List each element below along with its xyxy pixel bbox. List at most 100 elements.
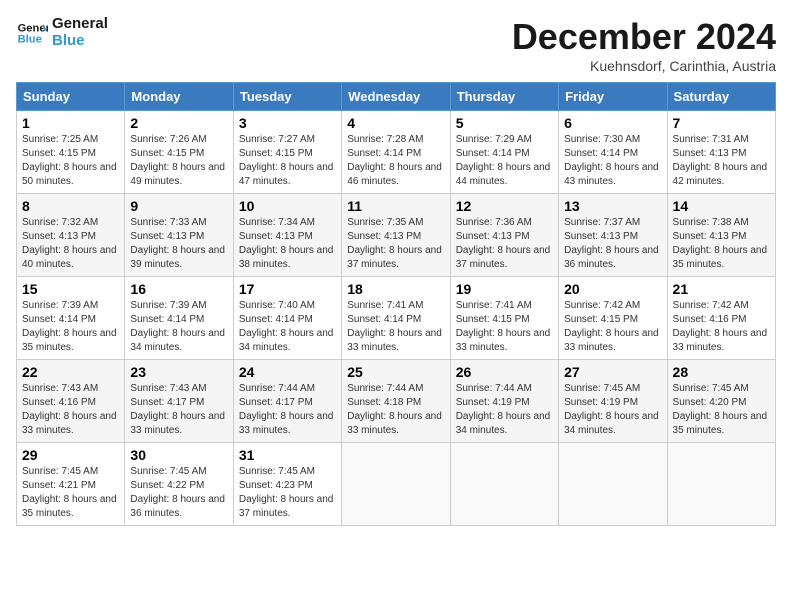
day-number: 20 xyxy=(564,281,661,297)
calendar-cell: 28Sunrise: 7:45 AMSunset: 4:20 PMDayligh… xyxy=(667,360,775,443)
calendar-cell: 16 Sunrise: 7:39 AMSunset: 4:14 PMDayligh… xyxy=(125,277,233,360)
calendar-cell: 1 Sunrise: 7:25 AMSunset: 4:15 PMDaylight… xyxy=(17,111,125,194)
header-day-tuesday: Tuesday xyxy=(233,83,341,111)
day-info: Sunrise: 7:45 AMSunset: 4:21 PMDaylight:… xyxy=(22,465,119,521)
day-info: Sunrise: 7:25 AMSunset: 4:15 PMDaylight:… xyxy=(22,133,119,189)
logo-icon: General Blue xyxy=(16,17,48,49)
calendar-cell: 12Sunrise: 7:36 AMSunset: 4:13 PMDayligh… xyxy=(450,194,558,277)
calendar-cell: 25 Sunrise: 7:44 AMSunset: 4:18 PMDayligh… xyxy=(342,360,450,443)
calendar-cell: 26Sunrise: 7:44 AMSunset: 4:19 PMDayligh… xyxy=(450,360,558,443)
day-info: Sunrise: 7:32 AMSunset: 4:13 PMDaylight:… xyxy=(22,216,119,272)
day-info: Sunrise: 7:39 AMSunset: 4:14 PMDaylight:… xyxy=(130,299,227,355)
header-day-wednesday: Wednesday xyxy=(342,83,450,111)
calendar-cell: 13Sunrise: 7:37 AMSunset: 4:13 PMDayligh… xyxy=(559,194,667,277)
day-info: Sunrise: 7:44 AMSunset: 4:17 PMDaylight:… xyxy=(239,382,336,438)
day-info: Sunrise: 7:34 AMSunset: 4:13 PMDaylight:… xyxy=(239,216,336,272)
day-number: 29 xyxy=(22,447,119,463)
logo-line1: General xyxy=(52,16,108,33)
calendar-cell: 29 Sunrise: 7:45 AMSunset: 4:21 PMDayligh… xyxy=(17,443,125,526)
day-info: Sunrise: 7:31 AMSunset: 4:13 PMDaylight:… xyxy=(673,133,770,189)
day-info: Sunrise: 7:45 AMSunset: 4:19 PMDaylight:… xyxy=(564,382,661,438)
calendar-week-row: 1 Sunrise: 7:25 AMSunset: 4:15 PMDaylight… xyxy=(17,111,776,194)
day-info: Sunrise: 7:28 AMSunset: 4:14 PMDaylight:… xyxy=(347,133,444,189)
day-number: 14 xyxy=(673,198,770,214)
day-info: Sunrise: 7:41 AMSunset: 4:14 PMDaylight:… xyxy=(347,299,444,355)
logo-line2: Blue xyxy=(52,33,108,50)
day-info: Sunrise: 7:36 AMSunset: 4:13 PMDaylight:… xyxy=(456,216,553,272)
day-number: 9 xyxy=(130,198,227,214)
calendar-cell xyxy=(559,443,667,526)
calendar-cell: 11 Sunrise: 7:35 AMSunset: 4:13 PMDayligh… xyxy=(342,194,450,277)
day-number: 7 xyxy=(673,115,770,131)
calendar-cell: 7 Sunrise: 7:31 AMSunset: 4:13 PMDaylight… xyxy=(667,111,775,194)
day-info: Sunrise: 7:42 AMSunset: 4:15 PMDaylight:… xyxy=(564,299,661,355)
day-info: Sunrise: 7:41 AMSunset: 4:15 PMDaylight:… xyxy=(456,299,553,355)
day-number: 15 xyxy=(22,281,119,297)
day-number: 27 xyxy=(564,364,661,380)
svg-text:Blue: Blue xyxy=(18,33,42,45)
calendar-week-row: 8Sunrise: 7:32 AMSunset: 4:13 PMDaylight… xyxy=(17,194,776,277)
day-number: 1 xyxy=(22,115,119,131)
calendar-cell: 31 Sunrise: 7:45 AMSunset: 4:23 PMDayligh… xyxy=(233,443,341,526)
logo: General Blue General Blue xyxy=(16,16,108,49)
day-number: 28 xyxy=(673,364,770,380)
calendar-week-row: 29 Sunrise: 7:45 AMSunset: 4:21 PMDayligh… xyxy=(17,443,776,526)
header-day-sunday: Sunday xyxy=(17,83,125,111)
calendar-cell xyxy=(667,443,775,526)
header-day-friday: Friday xyxy=(559,83,667,111)
calendar-cell: 8Sunrise: 7:32 AMSunset: 4:13 PMDaylight… xyxy=(17,194,125,277)
month-title: December 2024 xyxy=(512,16,776,58)
day-number: 16 xyxy=(130,281,227,297)
day-info: Sunrise: 7:43 AMSunset: 4:17 PMDaylight:… xyxy=(130,382,227,438)
day-number: 5 xyxy=(456,115,553,131)
day-number: 23 xyxy=(130,364,227,380)
calendar-cell: 2Sunrise: 7:26 AMSunset: 4:15 PMDaylight… xyxy=(125,111,233,194)
day-info: Sunrise: 7:35 AMSunset: 4:13 PMDaylight:… xyxy=(347,216,444,272)
day-number: 25 xyxy=(347,364,444,380)
calendar-cell: 17 Sunrise: 7:40 AMSunset: 4:14 PMDayligh… xyxy=(233,277,341,360)
day-info: Sunrise: 7:39 AMSunset: 4:14 PMDaylight:… xyxy=(22,299,119,355)
calendar-cell: 30 Sunrise: 7:45 AMSunset: 4:22 PMDayligh… xyxy=(125,443,233,526)
day-number: 31 xyxy=(239,447,336,463)
day-info: Sunrise: 7:38 AMSunset: 4:13 PMDaylight:… xyxy=(673,216,770,272)
page-header: General Blue General Blue December 2024 … xyxy=(16,16,776,74)
calendar-cell: 22Sunrise: 7:43 AMSunset: 4:16 PMDayligh… xyxy=(17,360,125,443)
day-number: 18 xyxy=(347,281,444,297)
day-info: Sunrise: 7:29 AMSunset: 4:14 PMDaylight:… xyxy=(456,133,553,189)
day-number: 4 xyxy=(347,115,444,131)
calendar-table: SundayMondayTuesdayWednesdayThursdayFrid… xyxy=(16,82,776,526)
calendar-cell: 27 Sunrise: 7:45 AMSunset: 4:19 PMDayligh… xyxy=(559,360,667,443)
day-info: Sunrise: 7:43 AMSunset: 4:16 PMDaylight:… xyxy=(22,382,119,438)
calendar-cell: 18 Sunrise: 7:41 AMSunset: 4:14 PMDayligh… xyxy=(342,277,450,360)
calendar-cell: 14 Sunrise: 7:38 AMSunset: 4:13 PMDayligh… xyxy=(667,194,775,277)
calendar-cell: 15 Sunrise: 7:39 AMSunset: 4:14 PMDayligh… xyxy=(17,277,125,360)
calendar-cell: 9 Sunrise: 7:33 AMSunset: 4:13 PMDaylight… xyxy=(125,194,233,277)
day-number: 17 xyxy=(239,281,336,297)
day-info: Sunrise: 7:33 AMSunset: 4:13 PMDaylight:… xyxy=(130,216,227,272)
day-info: Sunrise: 7:45 AMSunset: 4:22 PMDaylight:… xyxy=(130,465,227,521)
day-number: 24 xyxy=(239,364,336,380)
day-info: Sunrise: 7:45 AMSunset: 4:23 PMDaylight:… xyxy=(239,465,336,521)
location-subtitle: Kuehnsdorf, Carinthia, Austria xyxy=(512,58,776,74)
header-day-saturday: Saturday xyxy=(667,83,775,111)
calendar-cell: 3Sunrise: 7:27 AMSunset: 4:15 PMDaylight… xyxy=(233,111,341,194)
day-info: Sunrise: 7:44 AMSunset: 4:18 PMDaylight:… xyxy=(347,382,444,438)
day-number: 19 xyxy=(456,281,553,297)
calendar-week-row: 22Sunrise: 7:43 AMSunset: 4:16 PMDayligh… xyxy=(17,360,776,443)
day-number: 6 xyxy=(564,115,661,131)
day-info: Sunrise: 7:30 AMSunset: 4:14 PMDaylight:… xyxy=(564,133,661,189)
calendar-cell: 23 Sunrise: 7:43 AMSunset: 4:17 PMDayligh… xyxy=(125,360,233,443)
day-number: 3 xyxy=(239,115,336,131)
day-number: 21 xyxy=(673,281,770,297)
title-block: December 2024 Kuehnsdorf, Carinthia, Aus… xyxy=(512,16,776,74)
header-day-monday: Monday xyxy=(125,83,233,111)
day-number: 11 xyxy=(347,198,444,214)
day-info: Sunrise: 7:44 AMSunset: 4:19 PMDaylight:… xyxy=(456,382,553,438)
calendar-cell: 4 Sunrise: 7:28 AMSunset: 4:14 PMDaylight… xyxy=(342,111,450,194)
calendar-header-row: SundayMondayTuesdayWednesdayThursdayFrid… xyxy=(17,83,776,111)
calendar-cell: 10Sunrise: 7:34 AMSunset: 4:13 PMDayligh… xyxy=(233,194,341,277)
day-number: 2 xyxy=(130,115,227,131)
day-number: 30 xyxy=(130,447,227,463)
day-info: Sunrise: 7:42 AMSunset: 4:16 PMDaylight:… xyxy=(673,299,770,355)
day-info: Sunrise: 7:40 AMSunset: 4:14 PMDaylight:… xyxy=(239,299,336,355)
